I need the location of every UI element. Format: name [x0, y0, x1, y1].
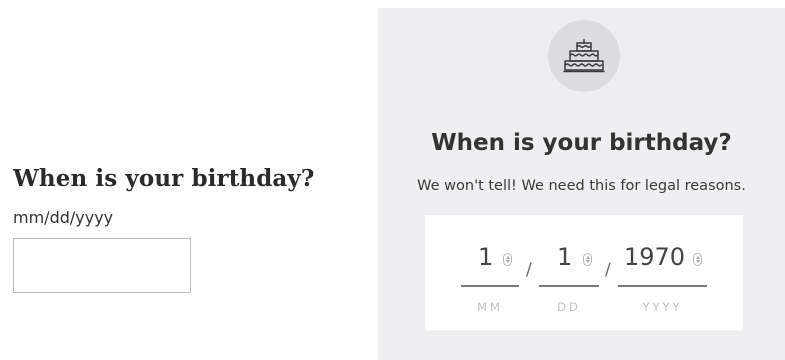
- birthday-text-input[interactable]: [13, 238, 191, 293]
- day-field: 1 DD: [539, 241, 599, 314]
- plain-birthday-form: When is your birthday? mm/dd/yyyy: [13, 165, 315, 293]
- month-input[interactable]: 1: [461, 241, 519, 287]
- card-title: When is your birthday?: [431, 130, 732, 156]
- birthday-cake-icon: [563, 38, 605, 73]
- year-field: 1970 YYYY: [618, 241, 707, 314]
- card-subtitle: We won't tell! We need this for legal re…: [417, 178, 746, 194]
- day-stepper-icon[interactable]: [583, 253, 592, 266]
- cake-icon-badge: [548, 20, 620, 92]
- year-input[interactable]: 1970: [618, 241, 707, 287]
- month-label: MM: [477, 300, 503, 314]
- date-format-hint: mm/dd/yyyy: [13, 208, 114, 227]
- month-value: 1: [478, 243, 494, 271]
- day-label: DD: [557, 300, 581, 314]
- year-stepper-icon[interactable]: [693, 253, 702, 266]
- month-stepper-icon[interactable]: [503, 253, 512, 266]
- month-field: 1 MM: [461, 241, 519, 314]
- year-label: YYYY: [642, 300, 683, 314]
- date-separator: /: [605, 260, 611, 280]
- date-separator: /: [526, 260, 532, 280]
- date-input-group: 1 MM / 1 DD / 1970 YYYY: [425, 215, 743, 330]
- year-value: 1970: [624, 243, 686, 271]
- birthday-card: When is your birthday? We won't tell! We…: [378, 8, 785, 360]
- plain-form-title: When is your birthday?: [13, 165, 315, 192]
- day-value: 1: [557, 243, 573, 271]
- day-input[interactable]: 1: [539, 241, 599, 287]
